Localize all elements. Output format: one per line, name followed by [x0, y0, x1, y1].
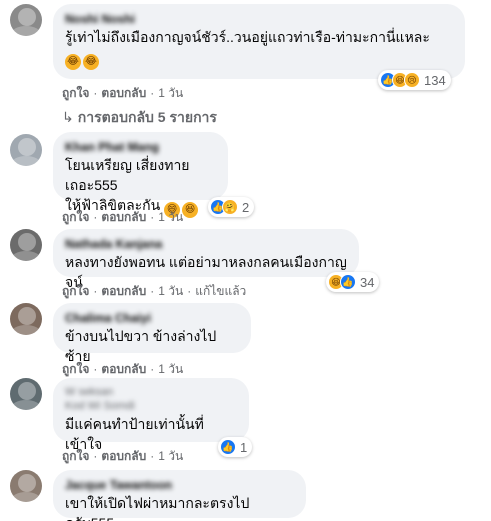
like-button[interactable]: ถูกใจ	[62, 210, 89, 224]
avatar[interactable]	[10, 378, 42, 410]
view-replies-label: การตอบกลับ 5 รายการ	[77, 109, 217, 125]
reply-button[interactable]: ตอบกลับ	[101, 284, 146, 298]
laughing-crying-emoji-icon: 😂	[83, 54, 99, 70]
laughing-crying-emoji-icon: 😂	[65, 54, 81, 70]
reply-button[interactable]: ตอบกลับ	[101, 449, 146, 463]
comment-author[interactable]: Noshi Noshi	[65, 12, 453, 27]
comment-author-secondary: Kod Wi Somdi	[65, 400, 135, 412]
comment-bubble: Nathada Kanjana หลงทางยังพอทน แต่อย่ามาห…	[53, 229, 359, 290]
like-button[interactable]: ถูกใจ	[62, 449, 89, 463]
comment-author[interactable]: W seksan	[65, 386, 237, 400]
timestamp[interactable]: 1 วัน	[158, 449, 183, 463]
reaction-count: 134	[424, 72, 446, 88]
like-button[interactable]: ถูกใจ	[62, 284, 89, 298]
sad-icon: 😢	[404, 72, 420, 88]
reply-button[interactable]: ตอบกลับ	[101, 86, 146, 100]
reaction-summary[interactable]: 👍 1	[218, 437, 253, 457]
timestamp[interactable]: 1 วัน	[158, 284, 183, 298]
comment-bubble: Khan Phat Mang โยนเหรียญ เสี่ยงทายเถอะ55…	[53, 132, 228, 218]
grinning-squint-emoji-icon: 😆	[182, 202, 199, 218]
comment-author[interactable]: Khan Phat Mang	[65, 140, 216, 155]
timestamp[interactable]: 1 วัน	[158, 210, 183, 224]
comment-actions: ถูกใจ · ตอบกลับ · 1 วัน · แก้ไขแล้ว	[62, 284, 247, 298]
like-button[interactable]: ถูกใจ	[62, 86, 89, 100]
comment-author[interactable]: Nathada Kanjana	[65, 237, 347, 252]
like-icon: 👍	[220, 439, 236, 455]
timestamp[interactable]: 1 วัน	[158, 362, 183, 376]
reply-button[interactable]: ตอบกลับ	[101, 210, 146, 224]
comment-bubble: Jacque Tawantoon เขาให้เปิดไฟผ่าหมากละตร…	[53, 470, 306, 521]
avatar[interactable]	[10, 229, 42, 261]
comment-text: รู้เท่าไม่ถึงเมืองกาญจน์ชัวร์..วนอยู่แถว…	[65, 27, 453, 47]
care-icon: 🤗	[222, 199, 238, 215]
comment-text-body: รู้เท่าไม่ถึงเมืองกาญจน์ชัวร์..วนอยู่แถว…	[65, 29, 430, 45]
reply-button[interactable]: ตอบกลับ	[101, 362, 146, 376]
comment-author[interactable]: Chalima Chaiyi	[65, 311, 239, 326]
avatar[interactable]	[10, 4, 42, 36]
edited-label[interactable]: แก้ไขแล้ว	[195, 284, 246, 298]
avatar[interactable]	[10, 470, 42, 502]
comment-bubble: Noshi Noshi รู้เท่าไม่ถึงเมืองกาญจน์ชัวร…	[53, 4, 465, 79]
comment-text: เขาให้เปิดไฟผ่าหมากละตรงไปครับ555	[65, 495, 250, 521]
comment-actions: ถูกใจ · ตอบกลับ · 1 วัน	[62, 362, 184, 376]
reaction-summary[interactable]: 👍 😆 😢 134	[378, 70, 451, 90]
reaction-count: 34	[360, 274, 375, 290]
comment-bubble: Chalima Chaiyi ข้างบนไปขวา ข้างล่างไปซ้า…	[53, 303, 251, 364]
comment-actions: ถูกใจ · ตอบกลับ · 1 วัน	[62, 210, 184, 224]
comment-author[interactable]: Jacque Tawantoon	[65, 478, 294, 493]
comment-actions: ถูกใจ · ตอบกลับ · 1 วัน	[62, 449, 184, 463]
avatar[interactable]	[10, 303, 42, 335]
timestamp[interactable]: 1 วัน	[158, 86, 183, 100]
comment-actions: ถูกใจ · ตอบกลับ · 1 วัน	[62, 86, 184, 100]
comment-bubble: W seksan Kod Wi Somdi มีแค่คนทำป้ายเท่าน…	[53, 378, 249, 452]
reaction-count: 2	[242, 199, 250, 215]
view-replies-link[interactable]: ↳ การตอบกลับ 5 รายการ	[62, 107, 217, 129]
avatar[interactable]	[10, 134, 42, 166]
like-button[interactable]: ถูกใจ	[62, 362, 89, 376]
reply-arrow-icon: ↳	[62, 109, 74, 125]
comment-emojis: 😂 😂	[65, 47, 453, 70]
reaction-summary[interactable]: 👍 🤗 2	[208, 197, 255, 217]
reaction-count: 1	[240, 439, 248, 455]
reaction-summary[interactable]: 😆 👍 34	[326, 272, 380, 292]
like-icon: 👍	[340, 274, 356, 290]
